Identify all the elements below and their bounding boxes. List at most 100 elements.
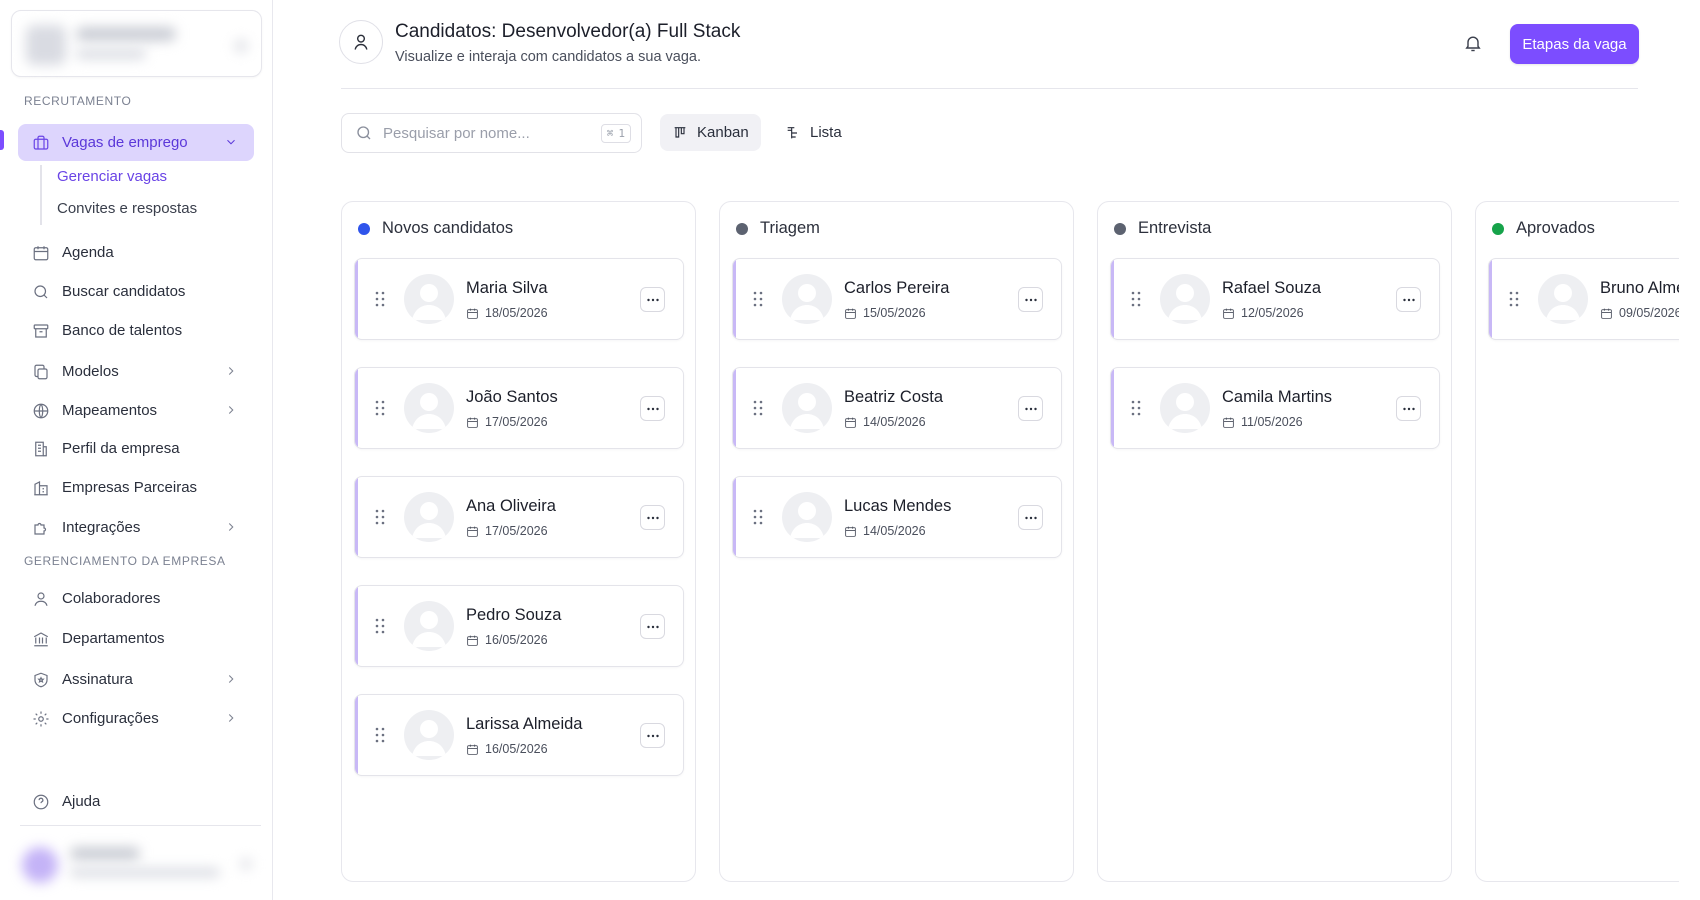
notifications-bell-icon[interactable] — [1463, 33, 1483, 53]
user-menu[interactable] — [20, 838, 261, 890]
user-placeholder-icon — [412, 393, 446, 429]
sidebar-item-label: Banco de talentos — [62, 322, 183, 339]
sidebar-item-company-profile[interactable]: Perfil da empresa — [18, 430, 254, 467]
drag-handle-icon[interactable] — [1131, 400, 1141, 416]
more-options-button[interactable] — [640, 614, 665, 639]
sidebar-item-label: Empresas Parceiras — [62, 479, 198, 496]
shortcut-key: 1 — [618, 127, 625, 140]
candidate-card[interactable]: Beatriz Costa 14/05/2026 — [732, 367, 1062, 449]
sidebar-item-help[interactable]: Ajuda — [18, 783, 254, 820]
org-detail-blurred — [76, 49, 146, 59]
column-entrevista: Entrevista Rafael Souza 12/05/2026 Camila M… — [1097, 201, 1452, 882]
archive-icon — [32, 322, 50, 340]
sidebar-item-label: Agenda — [62, 244, 114, 261]
avatar — [782, 383, 832, 433]
candidate-name: Bruno Almeida — [1600, 279, 1679, 297]
user-placeholder-icon — [790, 284, 824, 320]
more-options-button[interactable] — [640, 505, 665, 530]
applied-date: 12/05/2026 — [1222, 306, 1304, 320]
view-list-button[interactable]: Lista — [773, 114, 854, 151]
more-options-button[interactable] — [1018, 505, 1043, 530]
more-options-button[interactable] — [640, 723, 665, 748]
sidebar-item-integrations[interactable]: Integrações — [18, 509, 254, 546]
candidate-card[interactable]: Carlos Pereira 15/05/2026 — [732, 258, 1062, 340]
calendar-icon — [1601, 308, 1612, 319]
applied-date: 16/05/2026 — [466, 742, 548, 756]
more-options-button[interactable] — [640, 396, 665, 421]
avatar — [1160, 383, 1210, 433]
chevron-right-icon — [224, 520, 238, 534]
view-kanban-button[interactable]: Kanban — [660, 114, 761, 151]
subitem-manage-jobs[interactable]: Gerenciar vagas — [57, 168, 167, 185]
more-horizontal-icon — [646, 734, 659, 737]
candidate-card[interactable]: Ana Oliveira 17/05/2026 — [354, 476, 684, 558]
drag-handle-icon[interactable] — [753, 291, 763, 307]
applied-date-text: 11/05/2026 — [1241, 415, 1303, 429]
more-options-button[interactable] — [1396, 287, 1421, 312]
card-accent — [355, 259, 358, 339]
candidate-card[interactable]: Camila Martins 11/05/2026 — [1110, 367, 1440, 449]
section-label-company: GERENCIAMENTO DA EMPRESA — [24, 554, 226, 568]
candidate-card[interactable]: Rafael Souza 12/05/2026 — [1110, 258, 1440, 340]
drag-handle-icon[interactable] — [375, 400, 385, 416]
user-placeholder-icon — [1168, 284, 1202, 320]
candidate-card[interactable]: Lucas Mendes 14/05/2026 — [732, 476, 1062, 558]
candidate-card[interactable]: Maria Silva 18/05/2026 — [354, 258, 684, 340]
sidebar-item-mappings[interactable]: Mapeamentos — [18, 392, 254, 429]
sidebar-item-agenda[interactable]: Agenda — [18, 234, 254, 271]
job-stages-button[interactable]: Etapas da vaga — [1510, 24, 1639, 64]
sidebar-item-employees[interactable]: Colaboradores — [18, 580, 254, 617]
sidebar-item-partner-companies[interactable]: Empresas Parceiras — [18, 469, 254, 506]
candidate-card[interactable]: Bruno Almeida 09/05/2026 — [1488, 258, 1679, 340]
more-options-button[interactable] — [1396, 396, 1421, 421]
user-placeholder-icon — [790, 393, 824, 429]
drag-handle-icon[interactable] — [1131, 291, 1141, 307]
sidebar-item-settings[interactable]: Configurações — [18, 700, 254, 737]
calendar-icon — [467, 526, 478, 537]
more-options-button[interactable] — [640, 287, 665, 312]
briefcase-icon — [32, 134, 50, 152]
more-options-button[interactable] — [1018, 396, 1043, 421]
buildings-icon — [32, 479, 50, 497]
sidebar-item-search-candidates[interactable]: Buscar candidatos — [18, 273, 254, 310]
subitem-invites[interactable]: Convites e respostas — [57, 200, 197, 217]
card-accent — [355, 477, 358, 557]
org-switcher[interactable] — [11, 10, 262, 77]
drag-handle-icon[interactable] — [753, 509, 763, 525]
chevron-right-icon — [224, 403, 238, 417]
sidebar: RECRUTAMENTO Vagas de emprego Gerenciar … — [0, 0, 273, 900]
applied-date-text: 18/05/2026 — [485, 306, 548, 320]
user-name-blurred — [70, 847, 140, 860]
sidebar-item-templates[interactable]: Modelos — [18, 353, 254, 390]
applied-date: 09/05/2026 — [1600, 306, 1679, 320]
sidebar-item-departments[interactable]: Departamentos — [18, 620, 254, 657]
search-box[interactable]: ⌘1 — [341, 113, 642, 153]
column-novos-candidatos: Novos candidatos Maria Silva 18/05/2026 Joã… — [341, 201, 696, 882]
help-circle-icon — [32, 793, 50, 811]
drag-handle-icon[interactable] — [375, 291, 385, 307]
sidebar-item-jobs[interactable]: Vagas de emprego — [18, 124, 254, 161]
drag-handle-icon[interactable] — [1509, 291, 1519, 307]
gear-icon — [32, 710, 50, 728]
drag-handle-icon[interactable] — [375, 727, 385, 743]
card-accent — [355, 695, 358, 775]
candidate-card[interactable]: João Santos 17/05/2026 — [354, 367, 684, 449]
sidebar-item-subscription[interactable]: Assinatura — [18, 661, 254, 698]
stage-dot — [358, 222, 370, 235]
sidebar-item-label: Modelos — [62, 363, 119, 380]
drag-handle-icon[interactable] — [753, 400, 763, 416]
more-options-button[interactable] — [1018, 287, 1043, 312]
candidate-card[interactable]: Larissa Almeida 16/05/2026 — [354, 694, 684, 776]
drag-handle-icon[interactable] — [375, 618, 385, 634]
search-input[interactable] — [383, 124, 583, 142]
candidate-name: Beatriz Costa — [844, 388, 944, 406]
drag-handle-icon[interactable] — [375, 509, 385, 525]
candidate-card[interactable]: Pedro Souza 16/05/2026 — [354, 585, 684, 667]
calendar-icon — [845, 417, 856, 428]
sidebar-item-talent-bank[interactable]: Banco de talentos — [18, 312, 254, 349]
kanban-board: Novos candidatos Maria Silva 18/05/2026 Joã… — [341, 201, 1679, 882]
view-label: Lista — [810, 124, 842, 141]
more-horizontal-icon — [1402, 407, 1415, 410]
stage-dot — [1114, 222, 1126, 235]
calendar-icon — [467, 308, 478, 319]
